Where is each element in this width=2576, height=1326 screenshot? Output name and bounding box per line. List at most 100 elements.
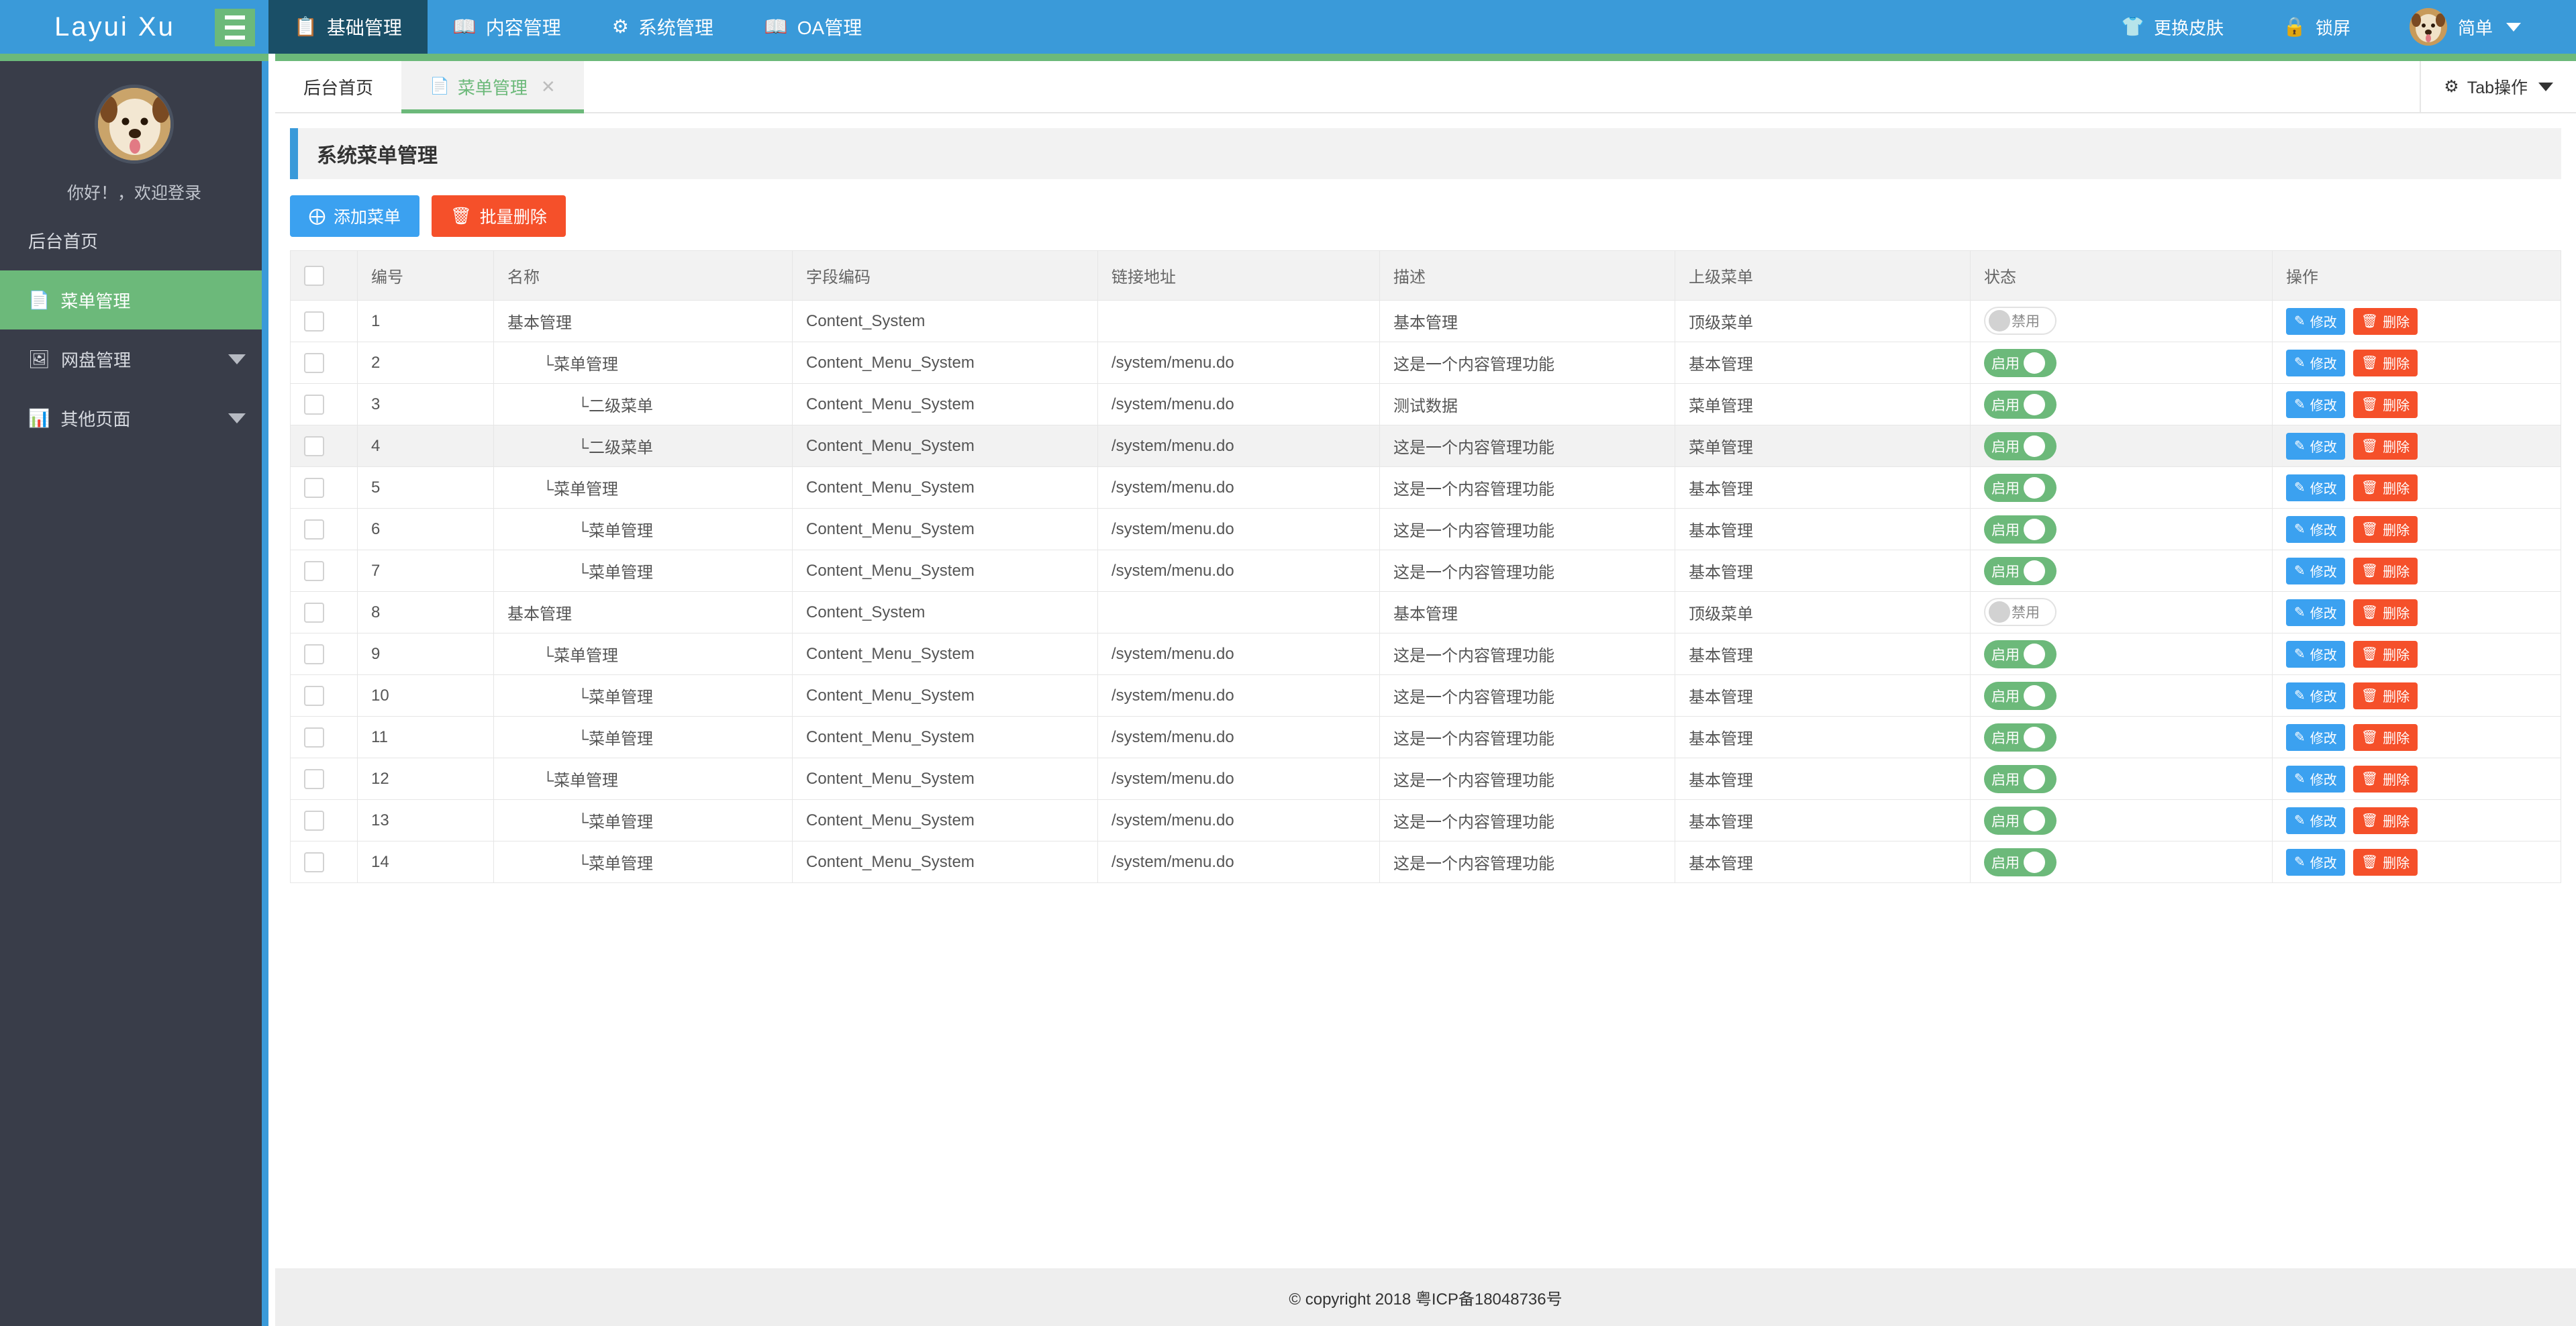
edit-button[interactable]: ✎ 修改 (2286, 432, 2345, 460)
tab-operations-dropdown[interactable]: ⚙ Tab操作 (2420, 61, 2576, 112)
table-row[interactable]: 12 └菜单管理 Content_Menu_System/system/menu.d… (290, 758, 2561, 800)
edit-button[interactable]: ✎ 修改 (2286, 349, 2345, 376)
nav-item-system-management[interactable]: ⚙ 系统管理 (587, 0, 739, 54)
row-checkbox[interactable] (304, 311, 324, 332)
cell-operations: ✎ 修改 🗑 删除 (2272, 841, 2561, 883)
table-row[interactable]: 14 └菜单管理 Content_Menu_System/system/menu.d… (290, 841, 2561, 883)
tab-menu-management[interactable]: 📄 菜单管理 ✕ (401, 61, 584, 113)
status-toggle[interactable]: 启用 (1984, 431, 2057, 460)
edit-button[interactable]: ✎ 修改 (2286, 682, 2345, 709)
sidebar-item-netdisk-management[interactable]: 🖼 网盘管理 (0, 329, 268, 389)
edit-button[interactable]: ✎ 修改 (2286, 515, 2345, 543)
delete-button[interactable]: 🗑 删除 (2352, 807, 2418, 834)
delete-button[interactable]: 🗑 删除 (2352, 432, 2418, 460)
table-row[interactable]: 6 └菜单管理 Content_Menu_System/system/menu.do… (290, 508, 2561, 550)
hamburger-icon[interactable] (215, 9, 255, 46)
table-row[interactable]: 10 └菜单管理 Content_Menu_System/system/menu.d… (290, 674, 2561, 717)
add-menu-button[interactable]: ⨁ 添加菜单 (290, 195, 420, 237)
table-row[interactable]: 5 └菜单管理 Content_Menu_System/system/menu.do… (290, 466, 2561, 509)
status-toggle[interactable]: 启用 (1984, 640, 2057, 668)
edit-button[interactable]: ✎ 修改 (2286, 391, 2345, 418)
delete-button[interactable]: 🗑 删除 (2352, 557, 2418, 584)
row-checkbox[interactable] (304, 685, 324, 706)
row-checkbox[interactable] (304, 477, 324, 498)
edit-button[interactable]: ✎ 修改 (2286, 848, 2345, 876)
edit-button[interactable]: ✎ 修改 (2286, 807, 2345, 834)
cell-url: /system/menu.do (1097, 508, 1380, 550)
delete-button[interactable]: 🗑 删除 (2352, 599, 2418, 626)
table-row[interactable]: 13 └菜单管理 Content_Menu_System/system/menu.d… (290, 799, 2561, 842)
delete-button[interactable]: 🗑 删除 (2352, 391, 2418, 418)
status-toggle[interactable]: 启用 (1984, 348, 2057, 377)
row-checkbox[interactable] (304, 810, 324, 831)
nav-item-content-management[interactable]: 📖 内容管理 (428, 0, 587, 54)
avatar[interactable] (95, 85, 174, 164)
change-skin-button[interactable]: 👕 更换皮肤 (2091, 15, 2253, 40)
status-toggle[interactable]: 启用 (1984, 515, 2057, 544)
status-toggle[interactable]: 启用 (1984, 473, 2057, 502)
status-toggle[interactable]: 启用 (1984, 723, 2057, 752)
status-toggle[interactable]: 启用 (1984, 848, 2057, 876)
tab-home[interactable]: 后台首页 (275, 61, 401, 112)
status-toggle[interactable]: 禁用 (1984, 306, 2057, 335)
status-toggle[interactable]: 启用 (1984, 806, 2057, 835)
delete-button[interactable]: 🗑 删除 (2352, 515, 2418, 543)
delete-button[interactable]: 🗑 删除 (2352, 349, 2418, 376)
edit-button[interactable]: ✎ 修改 (2286, 765, 2345, 793)
edit-button[interactable]: ✎ 修改 (2286, 557, 2345, 584)
table-row[interactable]: 11 └菜单管理 Content_Menu_System/system/menu.d… (290, 716, 2561, 758)
table-row[interactable]: 1 基本管理 Content_System 基本管理 顶级菜单 禁用 ✎ 修改 🗑 删除 (290, 300, 2561, 342)
table-row[interactable]: 9 └菜单管理 Content_Menu_System/system/menu.do… (290, 633, 2561, 675)
cell-code: Content_System (792, 300, 1098, 342)
edit-button[interactable]: ✎ 修改 (2286, 640, 2345, 668)
footer: © copyright 2018 粤ICP备18048736号 (275, 1268, 2576, 1326)
table-row[interactable]: 3 └二级菜单 Content_Menu_System/system/menu.do… (290, 383, 2561, 425)
row-checkbox[interactable] (304, 436, 324, 456)
cell-desc: 这是一个内容管理功能 (1379, 758, 1675, 800)
row-checkbox[interactable] (304, 560, 324, 581)
row-checkbox[interactable] (304, 644, 324, 664)
edit-button[interactable]: ✎ 修改 (2286, 599, 2345, 626)
row-checkbox[interactable] (304, 394, 324, 415)
delete-button[interactable]: 🗑 删除 (2352, 682, 2418, 709)
delete-button[interactable]: 🗑 删除 (2352, 640, 2418, 668)
row-checkbox[interactable] (304, 768, 324, 789)
row-checkbox[interactable] (304, 602, 324, 623)
table-row[interactable]: 2 └菜单管理 Content_Menu_System/system/menu.do… (290, 342, 2561, 384)
table-row[interactable]: 7 └菜单管理 Content_Menu_System/system/menu.do… (290, 550, 2561, 592)
user-menu[interactable]: 简单 (2380, 8, 2550, 46)
edit-button[interactable]: ✎ 修改 (2286, 307, 2345, 335)
row-checkbox[interactable] (304, 727, 324, 748)
cell-operations: ✎ 修改 🗑 删除 (2272, 550, 2561, 592)
delete-button[interactable]: 🗑 删除 (2352, 723, 2418, 751)
batch-delete-button[interactable]: 🗑 批量删除 (432, 195, 566, 237)
edit-button[interactable]: ✎ 修改 (2286, 474, 2345, 501)
row-checkbox[interactable] (304, 852, 324, 872)
close-icon[interactable]: ✕ (541, 76, 556, 97)
status-toggle[interactable]: 启用 (1984, 390, 2057, 419)
nav-item-basic-management[interactable]: 📋 基础管理 (268, 0, 428, 54)
nav-item-oa-management[interactable]: 📖 OA管理 (739, 0, 887, 54)
status-toggle[interactable]: 启用 (1984, 681, 2057, 710)
row-checkbox[interactable] (304, 352, 324, 373)
nav-label: 基础管理 (326, 17, 402, 38)
sidebar-item-other-pages[interactable]: 📊 其他页面 (0, 389, 268, 448)
delete-button[interactable]: 🗑 删除 (2352, 307, 2418, 335)
status-toggle[interactable]: 启用 (1984, 556, 2057, 585)
status-toggle[interactable]: 启用 (1984, 764, 2057, 793)
sidebar-item-menu-management[interactable]: 📄 菜单管理 (0, 270, 268, 329)
table-row[interactable]: 4 └二级菜单 Content_Menu_System/system/menu.do… (290, 425, 2561, 467)
row-checkbox[interactable] (304, 519, 324, 540)
edit-button[interactable]: ✎ 修改 (2286, 723, 2345, 751)
trash-icon: 🗑 (2361, 356, 2379, 370)
select-all-checkbox[interactable] (304, 265, 324, 286)
delete-button[interactable]: 🗑 删除 (2352, 474, 2418, 501)
cell-text: └菜单管理 (542, 647, 619, 665)
sidebar-item-home[interactable]: 后台首页 (0, 211, 268, 270)
delete-button[interactable]: 🗑 删除 (2352, 848, 2418, 876)
table-row[interactable]: 8 基本管理 Content_System 基本管理 顶级菜单 禁用 ✎ 修改 🗑 删除 (290, 591, 2561, 633)
lock-screen-button[interactable]: 🔒 锁屏 (2253, 15, 2380, 40)
toggle-knob (2024, 726, 2045, 748)
delete-button[interactable]: 🗑 删除 (2352, 765, 2418, 793)
status-toggle[interactable]: 禁用 (1984, 597, 2057, 626)
